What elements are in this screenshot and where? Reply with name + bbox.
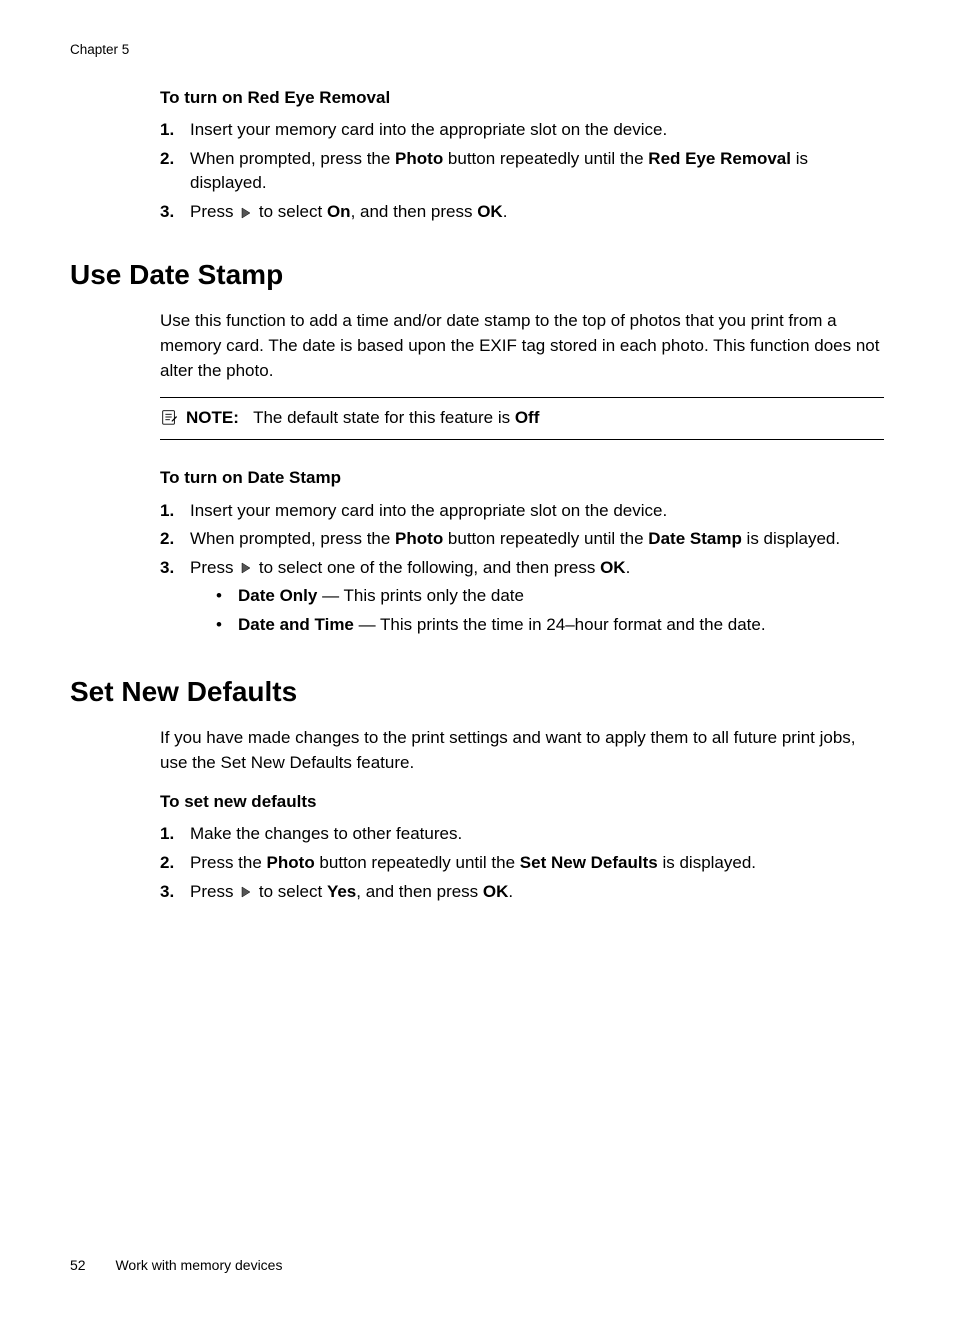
text-bold: Date and Time [238,615,354,634]
text-bold: Date Stamp [648,529,742,548]
list-item: • Date Only — This prints only the date [190,584,884,609]
text-bold: Set New Defaults [520,853,658,872]
step-text: Press the Photo button repeatedly until … [190,851,884,876]
page-footer: 52 Work with memory devices [70,1255,282,1275]
text: to select one of the following, and then… [254,558,600,577]
step-number: 1. [160,118,190,143]
step-text: Press to select Yes, and then press OK. [190,880,884,905]
text: to select [254,882,327,901]
right-arrow-icon [240,207,252,219]
text: button repeatedly until the [315,853,520,872]
note-icon [160,408,178,426]
list-item: 1. Insert your memory card into the appr… [160,118,884,143]
step-number: 1. [160,499,190,524]
list-item: 3. Press to select On, and then press OK… [160,200,884,225]
text: is displayed. [658,853,756,872]
chapter-label: Chapter 5 [70,40,884,60]
text-bold: On [327,202,351,221]
text: When prompted, press the [190,149,395,168]
steps-defaults: 1. Make the changes to other features. 2… [160,822,884,904]
step-text: Press to select one of the following, an… [190,556,884,642]
right-arrow-icon [240,562,252,574]
intro-text: If you have made changes to the print se… [160,726,884,775]
step-number: 3. [160,880,190,905]
list-item: 2. Press the Photo button repeatedly unt… [160,851,884,876]
text: Press the [190,853,267,872]
step-number: 3. [160,200,190,225]
text: button repeatedly until the [443,529,648,548]
text: — This prints the time in 24–hour format… [354,615,766,634]
page-number: 52 [70,1257,86,1273]
text-bold: Off [515,408,540,427]
text: , and then press [356,882,483,901]
bullet-list: • Date Only — This prints only the date … [190,584,884,637]
heading-set-new-defaults: Set New Defaults [70,672,884,713]
text: . [503,202,508,221]
bullet-icon: • [216,584,238,609]
steps-datestamp: 1. Insert your memory card into the appr… [160,499,884,642]
text-bold: OK [600,558,626,577]
step-text: Make the changes to other features. [190,822,884,847]
text: . [626,558,631,577]
list-item: • Date and Time — This prints the time i… [190,613,884,638]
subheading-redeye: To turn on Red Eye Removal [160,86,884,111]
bullet-text: Date Only — This prints only the date [238,584,524,609]
text: to select [254,202,327,221]
text-bold: Date Only [238,586,317,605]
text: The default state for this feature is [253,408,515,427]
step-number: 2. [160,147,190,172]
text-bold: OK [477,202,503,221]
steps-redeye: 1. Insert your memory card into the appr… [160,118,884,225]
step-text: Insert your memory card into the appropr… [190,118,884,143]
text-bold: Photo [395,149,443,168]
note-text: NOTE: The default state for this feature… [186,406,539,431]
step-number: 3. [160,556,190,581]
text-bold: Photo [267,853,315,872]
list-item: 3. Press to select one of the following,… [160,556,884,642]
list-item: 2. When prompted, press the Photo button… [160,147,884,196]
bullet-text: Date and Time — This prints the time in … [238,613,766,638]
note-label: NOTE: [186,408,239,427]
subheading-defaults: To set new defaults [160,790,884,815]
step-number: 2. [160,527,190,552]
list-item: 3. Press to select Yes, and then press O… [160,880,884,905]
step-text: Insert your memory card into the appropr… [190,499,884,524]
text: — This prints only the date [317,586,524,605]
section-date-stamp: Use this function to add a time and/or d… [160,309,884,641]
note-box: NOTE: The default state for this feature… [160,397,884,440]
text-bold: Photo [395,529,443,548]
text: button repeatedly until the [443,149,648,168]
text: Press [190,882,238,901]
text-bold: Red Eye Removal [648,149,791,168]
text: When prompted, press the [190,529,395,548]
bullet-icon: • [216,613,238,638]
subheading-datestamp: To turn on Date Stamp [160,466,884,491]
step-text: When prompted, press the Photo button re… [190,147,884,196]
text: , and then press [351,202,478,221]
heading-date-stamp: Use Date Stamp [70,255,884,296]
text: . [508,882,513,901]
text-bold: OK [483,882,509,901]
text: Press [190,202,238,221]
list-item: 1. Make the changes to other features. [160,822,884,847]
step-number: 2. [160,851,190,876]
footer-title: Work with memory devices [115,1257,282,1273]
step-text: When prompted, press the Photo button re… [190,527,884,552]
list-item: 1. Insert your memory card into the appr… [160,499,884,524]
step-number: 1. [160,822,190,847]
section-red-eye: To turn on Red Eye Removal 1. Insert you… [160,86,884,225]
text-bold: Yes [327,882,356,901]
text: Press [190,558,238,577]
right-arrow-icon [240,886,252,898]
list-item: 2. When prompted, press the Photo button… [160,527,884,552]
intro-text: Use this function to add a time and/or d… [160,309,884,383]
section-set-new-defaults: If you have made changes to the print se… [160,726,884,904]
step-text: Press to select On, and then press OK. [190,200,884,225]
text: is displayed. [742,529,840,548]
